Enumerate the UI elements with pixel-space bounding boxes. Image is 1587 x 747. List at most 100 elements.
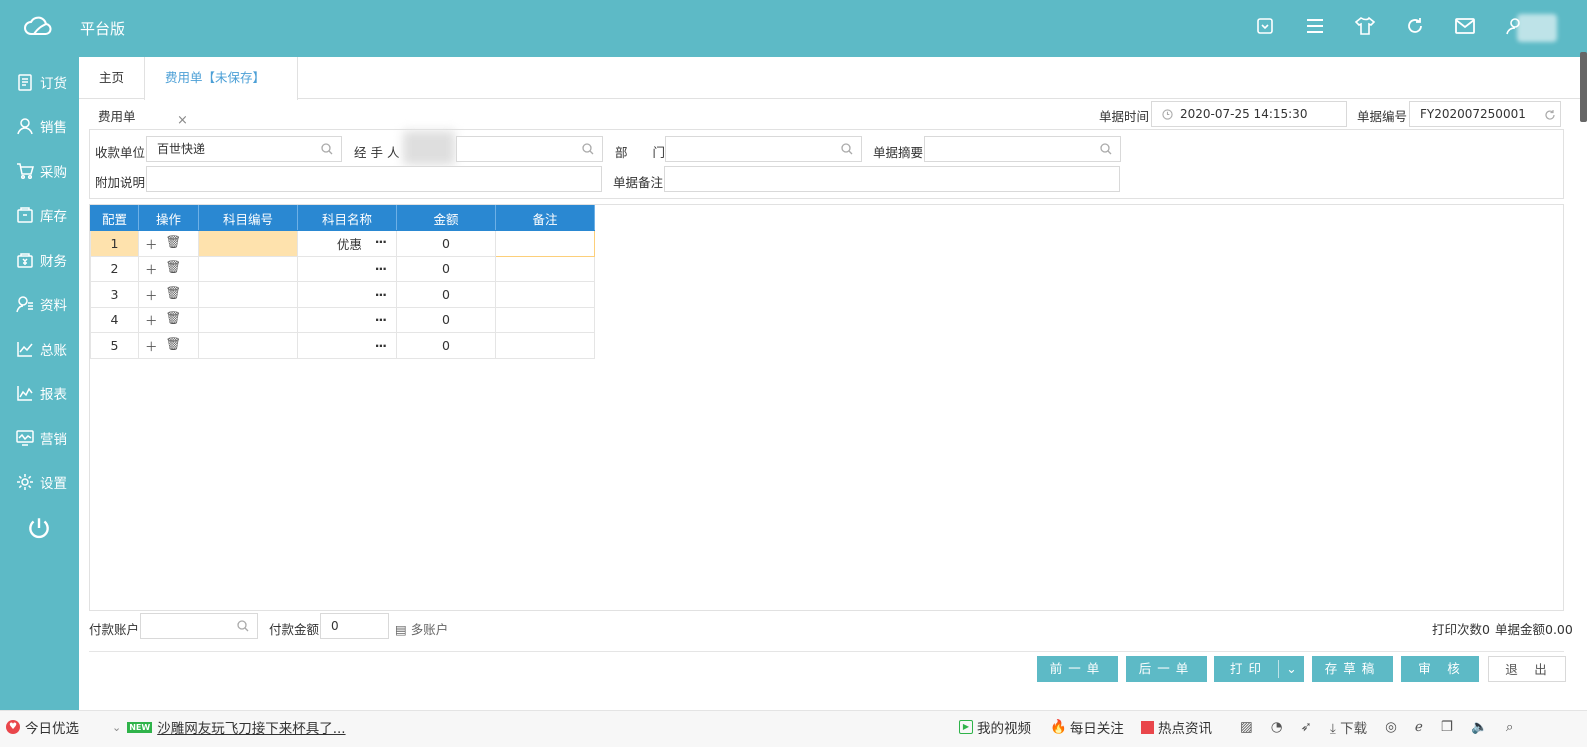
speaker-icon[interactable]: 🔈 [1471,719,1488,735]
sidebar-item-order[interactable]: 订货 [0,62,79,102]
rocket-icon[interactable]: ➶ [1301,719,1312,735]
dept-field[interactable] [665,136,862,162]
menu-icon[interactable] [1303,14,1327,38]
sidebar-item-inventory[interactable]: 库存 [0,195,79,235]
trash-icon[interactable]: 🗑 [166,259,182,278]
subject-code-cell[interactable] [198,332,298,359]
subject-name-cell[interactable]: ··· [297,306,397,333]
table-row[interactable]: 3 ＋ 🗑 ··· 0 [90,281,595,308]
sidebar-item-finance[interactable]: 财务 [0,240,79,280]
search-icon[interactable] [1100,143,1112,155]
table-row[interactable]: 2 ＋ 🗑 ··· 0 [90,255,595,282]
search-icon[interactable] [321,143,333,155]
subject-code-cell[interactable] [198,255,298,282]
multi-account-link[interactable]: ▤ 多账户 [395,619,448,638]
news-ticker[interactable]: ⌄ NEW 沙雕网友玩飞刀接下来杯具了... [112,717,346,738]
next-button[interactable]: 后一单 [1126,656,1207,682]
subject-name-cell[interactable]: ··· [297,332,397,359]
trash-icon[interactable]: 🗑 [166,234,182,253]
doc-time-field[interactable]: 2020-07-25 14:15:30 [1151,101,1347,127]
amount-cell[interactable]: 0 [396,332,496,359]
search-icon[interactable] [841,143,853,155]
subject-name-cell[interactable]: ··· [297,281,397,308]
table-row[interactable]: 4 ＋ 🗑 ··· 0 [90,306,595,333]
subject-name-cell[interactable]: 优惠 ··· [297,230,397,257]
shirt-icon[interactable] [1353,14,1377,38]
sidebar-item-purchase[interactable]: 采购 [0,151,79,191]
chevron-down-icon[interactable]: ⌄ [112,721,121,734]
refresh-icon[interactable] [1403,14,1427,38]
sidebar-item-ledger[interactable]: 总账 [0,329,79,369]
remark-cell[interactable] [495,255,595,282]
scrollbar[interactable] [1580,52,1587,122]
sidebar-item-profile[interactable]: 资料 [0,284,79,324]
payee-field[interactable]: 百世快递 [146,136,342,162]
plus-icon[interactable]: ＋ [145,310,158,329]
summary-field[interactable] [924,136,1121,162]
plus-icon[interactable]: ＋ [145,285,158,304]
audit-button[interactable]: 审 核 [1401,656,1479,682]
trash-icon[interactable]: 🗑 [166,336,182,355]
save-draft-button[interactable]: 存草稿 [1312,656,1393,682]
window-icon[interactable]: ❐ [1441,719,1453,735]
doc-no-field[interactable]: FY202007250001 [1409,101,1561,127]
today-picks[interactable]: ♥ 今日优选 [6,717,79,737]
power-icon[interactable] [26,515,52,541]
sidebar-item-settings[interactable]: 设置 [0,462,79,502]
note-field[interactable] [146,166,602,192]
sidebar-item-marketing[interactable]: 营销 [0,418,79,458]
plus-icon[interactable]: ＋ [145,336,158,355]
search-icon[interactable]: ⌕ [1506,719,1514,735]
amount-cell[interactable]: 0 [396,281,496,308]
amount-cell[interactable]: 0 [396,230,496,257]
close-icon[interactable]: × [177,113,188,128]
exit-button[interactable]: 退 出 [1488,656,1566,682]
ie-icon[interactable]: ℯ [1415,719,1423,735]
download-icon[interactable]: ⤓ 下载 [1330,717,1367,737]
remark-cell[interactable] [495,230,595,257]
pay-account-field[interactable] [140,613,258,639]
news-link[interactable]: 沙雕网友玩飞刀接下来杯具了... [157,717,345,737]
daily-follow[interactable]: 🔥 每日关注 [1050,717,1124,737]
pay-amount-field[interactable]: 0 [320,613,389,639]
more-icon[interactable]: ··· [375,312,387,327]
table-row[interactable]: 1 ＋ 🗑 优惠 ··· 0 [90,230,595,257]
remark-cell[interactable] [495,281,595,308]
remark-cell[interactable] [495,332,595,359]
refresh-icon[interactable] [1544,109,1556,121]
trash-icon[interactable]: 🗑 [166,285,182,304]
incognito-icon[interactable]: ◎ [1385,719,1397,735]
image-icon[interactable]: ▨ [1240,719,1253,735]
avatar[interactable] [1517,14,1557,42]
tab-home[interactable]: 主页 [79,57,144,99]
hot-news[interactable]: 热点资讯 [1141,717,1212,737]
chevron-down-icon[interactable]: ⌄ [1278,660,1304,678]
subject-code-cell[interactable] [198,230,298,257]
remark-field[interactable] [664,166,1120,192]
sidebar-item-report[interactable]: 报表 [0,373,79,413]
amount-cell[interactable]: 0 [396,255,496,282]
more-icon[interactable]: ··· [375,234,387,249]
subject-code-cell[interactable] [198,281,298,308]
subject-name-cell[interactable]: ··· [297,255,397,282]
more-icon[interactable]: ··· [375,261,387,276]
more-icon[interactable]: ··· [375,287,387,302]
print-button[interactable]: 打印 ⌄ [1214,656,1304,682]
plus-icon[interactable]: ＋ [145,259,158,278]
sidebar-item-sales[interactable]: 销售 [0,106,79,146]
tab-expense-form[interactable]: 费用单【未保存】 × [144,57,298,128]
trash-icon[interactable]: 🗑 [166,310,182,329]
search-icon[interactable] [582,143,594,155]
subject-code-cell[interactable] [198,306,298,333]
speed-icon[interactable]: ◔ [1271,719,1283,735]
mail-icon[interactable] [1453,14,1477,38]
col-config[interactable]: 配置 [90,205,139,231]
amount-cell[interactable]: 0 [396,306,496,333]
plus-icon[interactable]: ＋ [145,234,158,253]
dashboard-icon[interactable] [1253,14,1277,38]
handler-field[interactable] [456,136,603,162]
my-video[interactable]: ▶ 我的视频 [959,717,1031,737]
table-row[interactable]: 5 ＋ 🗑 ··· 0 [90,332,595,359]
search-icon[interactable] [237,620,249,632]
remark-cell[interactable] [495,306,595,333]
